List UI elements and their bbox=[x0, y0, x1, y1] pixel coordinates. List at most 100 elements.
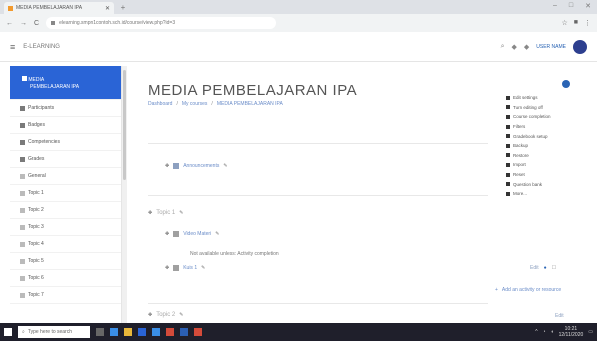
breadcrumb-item[interactable]: MEDIA PEMBELAJARAN IPA bbox=[217, 101, 283, 107]
chrome-icon[interactable] bbox=[166, 328, 174, 336]
sidebar-item-badges[interactable]: Badges bbox=[10, 117, 121, 134]
course-icon bbox=[22, 75, 27, 81]
completion-icon[interactable]: ☐ bbox=[552, 265, 556, 271]
sidebar-item-competencies[interactable]: Competencies bbox=[10, 134, 121, 151]
breadcrumb-item[interactable]: Dashboard bbox=[148, 101, 172, 107]
gear-icon[interactable] bbox=[562, 80, 570, 88]
sidebar-item-label: Topic 1 bbox=[28, 190, 44, 196]
word-icon[interactable] bbox=[180, 328, 188, 336]
sidebar-item-label: Competencies bbox=[28, 139, 60, 145]
move-icon[interactable]: ✥ bbox=[165, 231, 169, 237]
section-topic-2-header[interactable]: ✥ Topic 2 ✎ bbox=[148, 312, 183, 318]
taskbar-clock[interactable]: 10:21 12/11/2020 bbox=[559, 326, 584, 338]
edit-pencil-icon[interactable]: ✎ bbox=[179, 312, 183, 318]
menu-item-course-completion[interactable]: Course completion bbox=[500, 112, 582, 122]
sidebar-item-grades[interactable]: Grades bbox=[10, 151, 121, 168]
network-icon[interactable]: ◔ bbox=[543, 329, 546, 335]
extensions-icon[interactable]: ■ bbox=[574, 19, 578, 27]
sidebar-scroll-thumb[interactable] bbox=[123, 70, 126, 180]
mail-icon[interactable] bbox=[152, 328, 160, 336]
sidebar-item-topic-1[interactable]: Topic 1 bbox=[10, 185, 121, 202]
section-title[interactable]: Topic 1 bbox=[156, 210, 175, 216]
minimize-icon[interactable]: – bbox=[553, 2, 557, 10]
sidebar-item-general[interactable]: General bbox=[10, 168, 121, 185]
menu-item-filters[interactable]: Filters bbox=[500, 122, 582, 132]
menu-item-label: Gradebook setup bbox=[513, 133, 548, 139]
sidebar-item-participants[interactable]: Participants bbox=[10, 100, 121, 117]
menu-item-reset[interactable]: Reset bbox=[500, 170, 582, 180]
edit-menu-button[interactable]: Edit bbox=[530, 265, 539, 271]
add-activity-button[interactable]: + Add an activity or resource bbox=[495, 287, 561, 293]
move-icon[interactable]: ✥ bbox=[165, 265, 169, 271]
move-icon[interactable]: ✥ bbox=[165, 163, 169, 169]
site-name[interactable]: E-LEARNING bbox=[23, 44, 60, 50]
menu-item-turn-editing-off[interactable]: Turn editing off bbox=[500, 103, 582, 113]
back-icon[interactable]: ← bbox=[6, 20, 13, 27]
move-icon[interactable]: ✥ bbox=[148, 312, 152, 318]
menu-item-backup[interactable]: Backup bbox=[500, 141, 582, 151]
person-icon[interactable]: ● bbox=[544, 265, 547, 271]
menu-item-edit-settings[interactable]: Edit settings bbox=[500, 93, 582, 103]
sidebar-item-label: MEDIA bbox=[28, 76, 45, 83]
notifications-icon[interactable]: ▭ bbox=[588, 329, 593, 335]
menu-item-restore[interactable]: Restore bbox=[500, 151, 582, 161]
maximize-icon[interactable]: □ bbox=[569, 2, 573, 10]
check-icon bbox=[506, 114, 510, 119]
activity-quiz[interactable]: ✥ Kuis 1 ✎ bbox=[165, 265, 205, 271]
menu-item-more[interactable]: More... bbox=[500, 189, 582, 199]
volume-icon[interactable]: ◖ bbox=[551, 329, 554, 335]
file-explorer-icon[interactable] bbox=[124, 328, 132, 336]
hamburger-menu-icon[interactable]: ≡ bbox=[10, 42, 15, 52]
sidebar-item-topic-5[interactable]: Topic 5 bbox=[10, 253, 121, 270]
cog-icon bbox=[506, 95, 510, 100]
breadcrumb-item[interactable]: My courses bbox=[182, 101, 208, 107]
new-tab-button[interactable]: + bbox=[118, 3, 128, 13]
star-icon[interactable]: ☆ bbox=[561, 19, 567, 27]
windows-start-icon[interactable] bbox=[4, 328, 12, 336]
sidebar-item-topic-7[interactable]: Topic 7 bbox=[10, 287, 121, 304]
edit-pencil-icon[interactable]: ✎ bbox=[201, 265, 205, 271]
browser-menu-icon[interactable]: ⋮ bbox=[584, 19, 591, 27]
close-window-icon[interactable]: ✕ bbox=[585, 2, 591, 10]
activity-link[interactable]: Announcements bbox=[183, 163, 219, 169]
section-title[interactable]: Topic 2 bbox=[156, 312, 175, 318]
activity-video[interactable]: ✥ Video Materi ✎ bbox=[165, 231, 219, 237]
edge-icon[interactable] bbox=[110, 328, 118, 336]
taskbar-search[interactable]: ⌕ Type here to search bbox=[18, 326, 90, 338]
message-icon[interactable]: ◆ bbox=[524, 43, 529, 51]
reset-icon bbox=[506, 172, 510, 177]
forum-icon bbox=[173, 163, 180, 169]
section-topic-1-header[interactable]: ✥ Topic 1 ✎ bbox=[148, 210, 183, 216]
sidebar-item-topic-6[interactable]: Topic 6 bbox=[10, 270, 121, 287]
sidebar-item-course[interactable]: MEDIA PEMBELAJARAN IPA bbox=[10, 66, 121, 100]
avatar[interactable] bbox=[573, 39, 587, 54]
sidebar-item-topic-3[interactable]: Topic 3 bbox=[10, 219, 121, 236]
sidebar-item-topic-2[interactable]: Topic 2 bbox=[10, 202, 121, 219]
edit-pencil-icon[interactable]: ✎ bbox=[215, 231, 219, 237]
address-bar[interactable]: elearning.smpn1contoh.sch.id/course/view… bbox=[46, 17, 277, 29]
move-icon[interactable]: ✥ bbox=[148, 210, 152, 216]
activity-link[interactable]: Video Materi bbox=[183, 231, 211, 237]
user-name[interactable]: USER NAME bbox=[536, 44, 566, 50]
tray-arrow-icon[interactable]: ^ bbox=[535, 329, 537, 335]
forward-icon[interactable]: → bbox=[20, 20, 27, 27]
edit-pencil-icon[interactable]: ✎ bbox=[179, 210, 183, 216]
task-view-icon[interactable] bbox=[96, 328, 104, 336]
browser-tab[interactable]: MEDIA PEMBELAJARAN IPA ✕ bbox=[4, 2, 114, 14]
app-icon[interactable] bbox=[194, 328, 202, 336]
edit-pencil-icon[interactable]: ✎ bbox=[223, 163, 227, 169]
tab-close-icon[interactable]: ✕ bbox=[105, 5, 110, 12]
menu-item-import[interactable]: Import bbox=[500, 160, 582, 170]
menu-item-label: Course completion bbox=[513, 114, 551, 120]
activity-edit-controls: Edit ● ☐ bbox=[530, 265, 556, 271]
menu-item-question-bank[interactable]: Question bank bbox=[500, 179, 582, 189]
search-icon[interactable]: ⌕ bbox=[501, 43, 505, 51]
edit-menu-button[interactable]: Edit bbox=[555, 313, 564, 319]
sidebar-item-topic-4[interactable]: Topic 4 bbox=[10, 236, 121, 253]
activity-announcements[interactable]: ✥ Announcements ✎ bbox=[165, 163, 228, 169]
notification-icon[interactable]: ◆ bbox=[511, 43, 516, 51]
menu-item-gradebook-setup[interactable]: Gradebook setup bbox=[500, 131, 582, 141]
store-icon[interactable] bbox=[138, 328, 146, 336]
reload-icon[interactable]: C bbox=[34, 20, 39, 27]
activity-link[interactable]: Kuis 1 bbox=[183, 265, 197, 271]
